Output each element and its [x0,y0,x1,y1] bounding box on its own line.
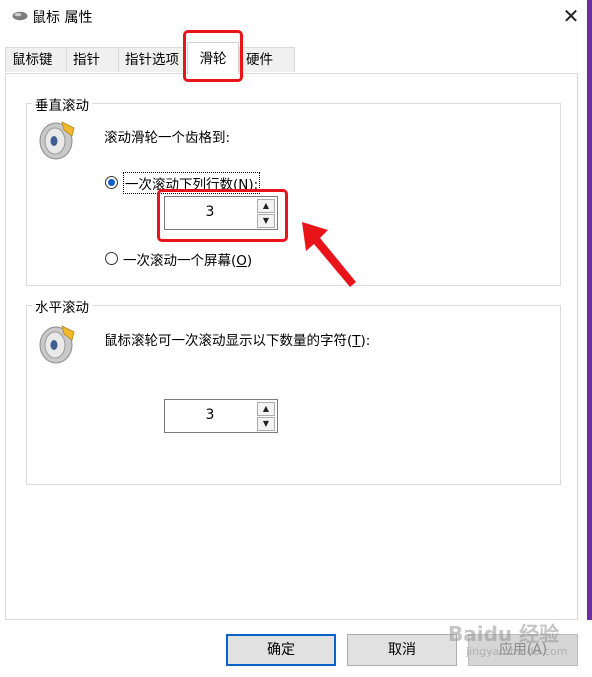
mouse-wheel-icon [39,121,75,160]
vertical-scroll-title: 垂直滚动 [32,94,92,114]
mouse-icon [12,11,28,21]
background-window-edge [587,0,592,620]
radio-selected-dot [108,179,115,186]
tab-pointer-options[interactable]: 指针选项 [118,47,186,72]
horizontal-description-accesskey: T [352,333,361,349]
horizontal-description-text: 鼠标滚轮可一次滚动显示以下数量的字符( [104,333,353,349]
chars-spin-up-button[interactable]: ▲ [257,402,275,416]
radio-screen-label[interactable]: 一次滚动一个屏幕(O) [123,249,252,269]
radio-screen-accesskey: O [236,253,247,269]
radio-lines[interactable] [105,176,118,189]
chars-spinbox-value[interactable]: 3 [165,400,255,432]
tab-pointers[interactable]: 指针 [66,47,119,72]
horizontal-scroll-title: 水平滚动 [32,296,92,316]
horizontal-description-suffix: ): [360,333,371,349]
tab-mouse-buttons[interactable]: 鼠标键 [5,47,67,72]
watermark-logo: Baidu 经验 [448,622,560,646]
ok-button[interactable]: 确定 [226,634,336,666]
watermark-url: jingyan.baidu.com [466,645,568,658]
tab-hardware[interactable]: 硬件 [239,47,295,72]
mouse-wheel-icon [39,325,75,364]
radio-screen-label-suffix: ) [246,253,253,269]
window-title: 鼠标 属性 [32,10,93,26]
radio-screen-label-text: 一次滚动一个屏幕( [123,253,237,269]
close-button[interactable]: ✕ [554,2,588,30]
cancel-button[interactable]: 取消 [347,634,457,666]
chars-spinbox[interactable]: 3 ▲ ▼ [164,399,278,433]
highlight-box-spinbox [157,189,288,242]
vertical-description: 滚动滑轮一个齿格到: [104,130,231,146]
tab-wheel[interactable]: 滑轮 [187,42,239,74]
horizontal-description: 鼠标滚轮可一次滚动显示以下数量的字符(T): [104,329,370,349]
red-arrow-annotation [302,222,356,287]
radio-screen[interactable] [105,252,118,265]
chars-spin-down-button[interactable]: ▼ [257,417,275,431]
